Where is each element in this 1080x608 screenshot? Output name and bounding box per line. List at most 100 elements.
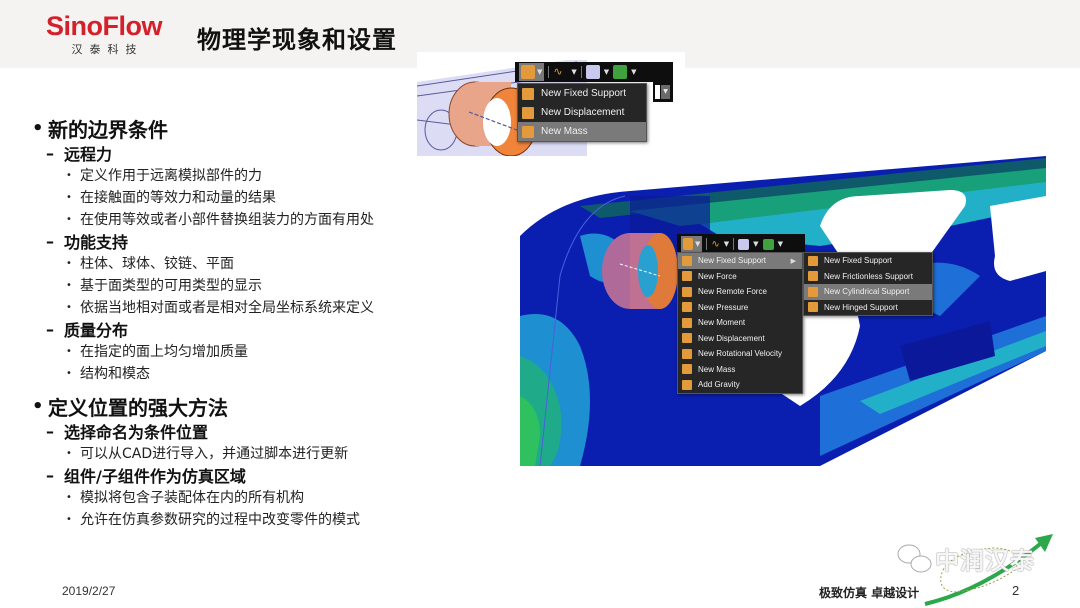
hinged-support-icon: [808, 302, 818, 313]
bullet-icon: •: [66, 447, 72, 459]
menu-item-new-displacement[interactable]: New Displacement: [518, 103, 646, 122]
main-toolbar: ▼ ∿ ▼ ▼ ▼: [677, 234, 805, 254]
level3-text: 定义作用于远离模拟部件的力: [80, 168, 262, 184]
menu-item-add-gravity[interactable]: Add Gravity: [678, 377, 802, 393]
bullet-icon: •: [66, 213, 72, 225]
sinoflow-logo: SinoFlow 汉泰科技: [36, 12, 172, 57]
mass-icon: [522, 125, 534, 138]
load-icon[interactable]: ∿: [553, 65, 567, 79]
menu-item-label: New Mass: [698, 364, 736, 374]
support-icon: [521, 65, 535, 79]
level3-text: 结构和模态: [80, 366, 150, 382]
load-icon[interactable]: ∿: [711, 239, 719, 250]
chevron-down-icon[interactable]: ▼: [661, 85, 670, 99]
bullet-icon: •: [66, 491, 72, 503]
menu-item-new-moment[interactable]: New Moment: [678, 315, 802, 331]
bullet-icon: •: [66, 345, 72, 357]
menu-item-new-fixed-support[interactable]: New Fixed Support: [518, 84, 646, 103]
chevron-down-icon[interactable]: ▼: [571, 68, 576, 76]
force-icon: [682, 271, 692, 282]
watermark-text: 中润汉泰: [935, 547, 1035, 575]
chevron-down-icon: ▼: [695, 240, 701, 248]
menu-item-new-displacement[interactable]: New Displacement: [678, 331, 802, 347]
rotational-velocity-icon: [682, 348, 692, 359]
level2-bullet: – 质量分布: [32, 318, 432, 341]
toolbar-separator: [580, 66, 582, 78]
menu-item-new-hinged-support[interactable]: New Hinged Support: [804, 300, 932, 316]
logo-sub-text: 汉泰科技: [71, 43, 144, 56]
level3-bullet: • 基于面类型的可用类型的显示: [32, 274, 432, 296]
menu-item-label: New Displacement: [698, 333, 765, 343]
level1-text: 新的边界条件: [48, 117, 168, 142]
menu-item-new-rotational-velocity[interactable]: New Rotational Velocity: [678, 346, 802, 362]
menu-item-new-frictionless-support[interactable]: New Frictionless Support: [804, 269, 932, 285]
bullet-icon: •: [32, 117, 44, 139]
remote-force-icon: [682, 286, 692, 297]
level2-text: 功能支持: [64, 233, 129, 252]
menu-item-new-fixed-support[interactable]: New Fixed Support: [804, 253, 932, 269]
page-number: 2: [1012, 583, 1020, 598]
chevron-down-icon: ▼: [537, 68, 543, 76]
fixed-support-icon: [808, 255, 818, 266]
fixed-support-icon: [522, 87, 534, 100]
chevron-down-icon[interactable]: ▼: [778, 240, 783, 248]
level2-bullet: – 选择命名为条件位置: [32, 420, 432, 443]
level3-text: 依据当地相对面或者是相对全局坐标系统来定义: [80, 300, 374, 316]
support-dropdown-button[interactable]: ▼: [519, 63, 545, 81]
footer-slogan: 极致仿真 卓越设计: [819, 586, 920, 600]
bullet-icon: •: [66, 301, 72, 313]
level3-bullet: • 依据当地相对面或者是相对全局坐标系统来定义: [32, 296, 432, 318]
toolbar-separator: [706, 238, 708, 250]
bullet-icon: •: [66, 169, 72, 181]
cylindrical-support-icon: [808, 286, 818, 297]
top-toolbar: ▼ ∿ ▼ ▼ ▼: [515, 62, 673, 82]
menu-item-label: Add Gravity: [698, 380, 740, 390]
body-icon[interactable]: [762, 238, 774, 250]
menu-item-new-mass[interactable]: New Mass: [518, 122, 646, 141]
page-title: 物理学现象和设置: [197, 26, 397, 54]
gravity-icon: [682, 379, 692, 390]
surface-icon[interactable]: [585, 65, 600, 79]
level3-bullet: • 结构和模态: [32, 362, 432, 384]
fea-screenshot: ▼ ∿ ▼ ▼ ▼ New Fixed Support ▶ New Force New…: [520, 156, 1046, 466]
surface-icon[interactable]: [738, 238, 750, 250]
menu-item-new-mass[interactable]: New Mass: [678, 362, 802, 378]
menu-item-label: New Remote Force: [698, 287, 767, 297]
menu-item-new-fixed-support[interactable]: New Fixed Support ▶: [678, 253, 802, 269]
level3-text: 基于面类型的可用类型的显示: [80, 278, 262, 294]
support-dropdown-button[interactable]: ▼: [681, 236, 703, 252]
menu-item-new-force[interactable]: New Force: [678, 269, 802, 285]
bullet-icon: •: [32, 395, 44, 417]
menu-item-label: New Fixed Support: [698, 256, 767, 266]
body-icon[interactable]: [613, 65, 628, 79]
menu-item-new-remote-force[interactable]: New Remote Force: [678, 284, 802, 300]
level1-bullet: • 定义位置的强大方法: [32, 392, 432, 420]
level3-text: 模拟将包含子装配体在内的所有机构: [80, 490, 304, 506]
level3-bullet: • 模拟将包含子装配体在内的所有机构: [32, 486, 432, 508]
chevron-down-icon[interactable]: ▼: [604, 68, 609, 76]
pressure-icon: [682, 302, 692, 313]
chevron-right-icon: ▶: [790, 257, 796, 265]
fixed-support-submenu: New Fixed Support New Frictionless Suppor…: [803, 252, 933, 316]
menu-item-label: New Fixed Support: [824, 256, 893, 266]
chevron-down-icon[interactable]: ▼: [753, 240, 758, 248]
level2-text: 远程力: [64, 145, 113, 164]
level3-bullet: • 允许在仿真参数研究的过程中改变零件的模式: [32, 508, 432, 530]
level2-text: 组件/子组件作为仿真区域: [64, 467, 246, 486]
support-icon: [683, 238, 693, 250]
menu-item-new-cylindrical-support[interactable]: New Cylindrical Support: [804, 284, 932, 300]
mass-icon: [682, 364, 692, 375]
level3-text: 允许在仿真参数研究的过程中改变零件的模式: [80, 512, 360, 528]
level2-text: 质量分布: [64, 321, 129, 340]
chevron-down-icon[interactable]: ▼: [724, 240, 729, 248]
level3-text: 柱体、球体、铰链、平面: [80, 256, 234, 272]
fixed-support-icon: [682, 255, 692, 266]
bullet-outline: • 新的边界条件 – 远程力 • 定义作用于远离模拟部件的力 • 在接触面的等效力和动量的结果…: [32, 114, 432, 530]
menu-item-label: New Mass: [541, 126, 588, 137]
level3-text: 在指定的面上均匀增加质量: [80, 344, 248, 360]
menu-item-label: New Hinged Support: [824, 302, 898, 312]
menu-item-new-pressure[interactable]: New Pressure: [678, 300, 802, 316]
logo-main-text: SinoFlow: [46, 11, 162, 41]
toolbar-separator: [733, 238, 735, 250]
chevron-down-icon[interactable]: ▼: [631, 68, 636, 76]
